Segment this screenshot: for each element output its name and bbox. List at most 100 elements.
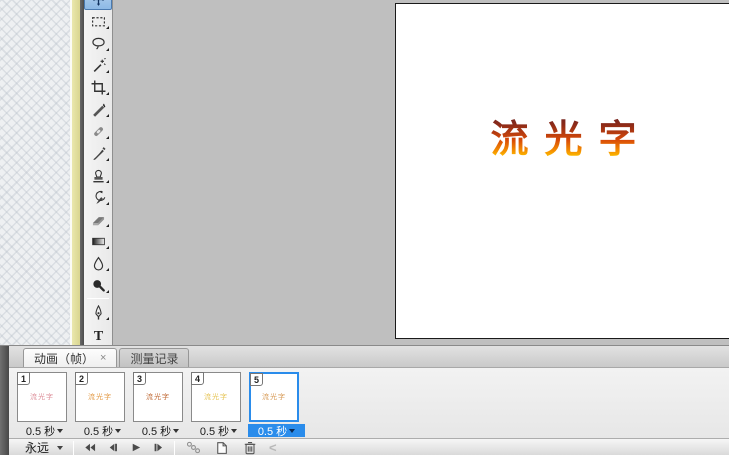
- eraser-icon: [92, 216, 104, 225]
- tab-label: 测量记录: [130, 351, 179, 366]
- tool-blur[interactable]: [84, 252, 112, 274]
- tool-brush[interactable]: [84, 142, 112, 164]
- duplicate-frame-button[interactable]: [210, 440, 232, 455]
- frame-delay-dropdown[interactable]: 0.5 秒: [190, 424, 247, 438]
- document-canvas[interactable]: 流光字: [395, 3, 729, 339]
- chevron-down-icon: [57, 428, 64, 433]
- frame-number-badge: 5: [250, 373, 263, 386]
- tool-dodge[interactable]: [84, 274, 112, 296]
- dodge-icon: [92, 279, 105, 292]
- frame-delay-dropdown[interactable]: 0.5 秒: [132, 424, 189, 438]
- animation-frame-1[interactable]: 1 流光字 0.5 秒: [16, 372, 73, 438]
- separator: [174, 440, 176, 455]
- tool-clone-stamp[interactable]: [84, 164, 112, 186]
- pen-icon: [94, 304, 102, 320]
- frame-number-badge: 3: [133, 372, 146, 385]
- tab-label: 动画（帧）: [34, 351, 95, 366]
- tool-move[interactable]: [84, 0, 112, 10]
- tool-slice[interactable]: [84, 98, 112, 120]
- move-icon: [93, 0, 103, 6]
- workspace: 流光字: [113, 0, 729, 345]
- tool-healing-brush[interactable]: [84, 120, 112, 142]
- blur-icon: [93, 256, 103, 271]
- duplicate-frame-icon: [216, 442, 227, 454]
- tool-eraser[interactable]: [84, 208, 112, 230]
- tool-pen[interactable]: [84, 301, 112, 323]
- next-frame-button[interactable]: [147, 441, 170, 455]
- transport-buttons: [78, 441, 170, 455]
- frame-number-badge: 1: [17, 372, 30, 385]
- frame-delay-label: 0.5 秒: [199, 425, 230, 438]
- desktop-texture: [0, 0, 70, 345]
- play-icon: [132, 443, 141, 452]
- animation-frame-4[interactable]: 4 流光字 0.5 秒: [190, 372, 247, 438]
- animation-panel: 动画（帧） × 测量记录 1 流光字 0.5 秒 2 流光字 0.5 秒 3 流光字 0.5 秒4流…: [0, 345, 729, 455]
- tool-crop[interactable]: [84, 76, 112, 98]
- frame-thumbnail[interactable]: 5 流光字: [249, 372, 299, 422]
- frame-delay-dropdown[interactable]: 0.5 秒: [16, 424, 73, 438]
- first-frame-icon: [85, 443, 96, 452]
- play-button[interactable]: [124, 441, 147, 455]
- panel-tab-bar: 动画（帧） × 测量记录: [9, 346, 729, 368]
- next-frame-icon: [154, 443, 163, 452]
- toolbar-separator: [87, 298, 109, 299]
- chevron-down-icon: [57, 445, 64, 450]
- frame-thumbnail[interactable]: 3 流光字: [133, 372, 183, 422]
- panel-tab-animation-frames[interactable]: 动画（帧） ×: [23, 348, 118, 367]
- crop-icon: [91, 80, 105, 94]
- chevron-down-icon: [231, 428, 238, 433]
- animation-frame-2[interactable]: 2 流光字 0.5 秒: [74, 372, 131, 438]
- tab-close-icon[interactable]: ×: [100, 352, 106, 364]
- chevron-down-icon: [289, 428, 296, 433]
- animation-frame-5[interactable]: 5 流光字 0.5 秒: [248, 372, 305, 438]
- type-icon: T: [93, 328, 103, 341]
- tool-history-brush[interactable]: [84, 186, 112, 208]
- previous-frame-button[interactable]: [101, 441, 124, 455]
- chevron-down-icon: [115, 428, 122, 433]
- frame-number-badge: 4: [191, 372, 204, 385]
- canvas-artwork-text: 流光字: [396, 108, 729, 163]
- tool-gradient[interactable]: [84, 230, 112, 252]
- lasso-icon: [91, 37, 105, 50]
- tween-icon: [186, 441, 200, 454]
- tween-button[interactable]: [182, 440, 204, 455]
- tool-type[interactable]: T: [84, 323, 112, 345]
- delete-frame-button[interactable]: [238, 440, 260, 455]
- tool-marquee[interactable]: [84, 10, 112, 32]
- frame-thumbnail[interactable]: 4 流光字: [191, 372, 241, 422]
- first-frame-button[interactable]: [78, 441, 101, 455]
- loop-count-dropdown[interactable]: 永远: [19, 439, 69, 455]
- svg-text:T: T: [93, 328, 103, 341]
- previous-frame-icon: [109, 443, 117, 452]
- frame-number-badge: 2: [75, 372, 88, 385]
- chevron-down-icon: [173, 428, 180, 433]
- panel-left-edge: [0, 346, 9, 455]
- frame-thumbnail[interactable]: 2 流光字: [75, 372, 125, 422]
- window-edge-strip: [72, 0, 80, 345]
- scroll-left-chevron[interactable]: <: [269, 440, 277, 455]
- frame-delay-label: 0.5 秒: [25, 425, 56, 438]
- frame-thumbnail[interactable]: 1 流光字: [17, 372, 67, 422]
- frame-delay-label: 0.5 秒: [141, 425, 172, 438]
- frame-delay-dropdown[interactable]: 0.5 秒: [248, 424, 305, 438]
- magic-wand-icon: [93, 57, 106, 72]
- history-brush-icon: [95, 190, 105, 204]
- animation-frame-3[interactable]: 3 流光字 0.5 秒: [132, 372, 189, 438]
- frame-delay-dropdown[interactable]: 0.5 秒: [74, 424, 131, 438]
- healing-brush-icon: [93, 126, 103, 136]
- brush-icon: [92, 146, 106, 160]
- frame-thumbnail-text: 流光字: [262, 393, 286, 401]
- delete-frame-icon: [244, 442, 255, 455]
- separator: [73, 440, 75, 455]
- panel-body: 动画（帧） × 测量记录 1 流光字 0.5 秒 2 流光字 0.5 秒 3 流光字 0.5 秒4流…: [9, 346, 729, 455]
- animation-control-bar: 永远 <: [9, 438, 729, 455]
- toolbar-tools: T: [84, 0, 112, 345]
- tool-lasso[interactable]: [84, 32, 112, 54]
- frame-thumbnail-text: 流光字: [146, 393, 170, 401]
- loop-count-label: 永远: [25, 441, 50, 455]
- panel-tab-measurement-log[interactable]: 测量记录: [119, 348, 190, 367]
- action-buttons: [179, 440, 263, 455]
- gradient-icon: [91, 237, 105, 245]
- marquee-icon: [91, 16, 105, 26]
- tool-magic-wand[interactable]: [84, 54, 112, 76]
